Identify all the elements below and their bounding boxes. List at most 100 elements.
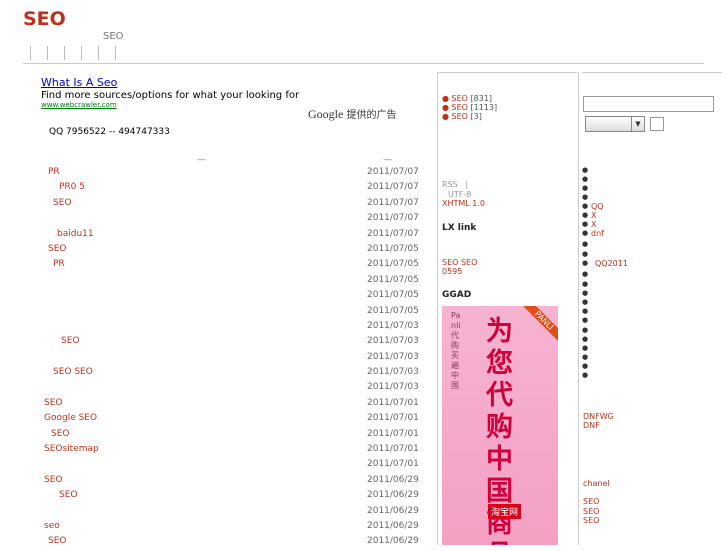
post-title-link[interactable]: Google SEO: [44, 413, 97, 423]
nav-item[interactable]: [115, 46, 132, 60]
post-title-link[interactable]: SEO: [61, 336, 79, 346]
right-link[interactable]: DNFWG: [583, 412, 614, 421]
post-title-link[interactable]: SEO: [59, 490, 77, 500]
post-row: 2011/07/01: [0, 457, 420, 472]
banner-panli-tag: PANLI: [518, 306, 558, 347]
post-date: 2011/07/03: [367, 382, 419, 393]
category-item[interactable]: ● SEO [831]: [442, 94, 492, 103]
lx-link-heading: LX link: [442, 223, 477, 233]
post-row: 2011/07/05: [0, 273, 420, 288]
post-date: 2011/06/29: [367, 490, 419, 501]
post-title-link[interactable]: SEO SEO: [53, 367, 93, 377]
post-title-link[interactable]: PR: [48, 167, 60, 177]
post-date: 2011/07/07: [367, 167, 419, 177]
rss-link[interactable]: RSS |: [442, 180, 468, 189]
right-link[interactable]: X: [591, 211, 596, 220]
nav-menu: [30, 46, 132, 60]
category-item[interactable]: ● SEO [3]: [442, 112, 482, 121]
post-row: SEO 2011/06/29: [0, 488, 420, 503]
bullet-icon: ●: [582, 259, 589, 267]
post-date: 2011/06/29: [367, 505, 419, 516]
post-row: 2011/07/03: [0, 319, 420, 334]
post-title-link[interactable]: SEO: [44, 398, 62, 408]
banner-vertical-text: Panli代购 买遍中国: [451, 311, 461, 390]
post-row: SEO 2011/06/29: [0, 534, 420, 549]
post-row: SEO 2011/07/07: [0, 196, 420, 211]
post-row: SEO 2011/07/03: [0, 334, 420, 349]
header-divider: [23, 63, 704, 64]
post-date: 2011/07/03: [367, 336, 419, 347]
middle-top-border: [437, 72, 577, 73]
post-row: 2011/07/03: [0, 350, 420, 365]
right-link[interactable]: X: [591, 220, 596, 229]
category-item[interactable]: ● SEO [1113]: [442, 103, 497, 112]
post-row: PR0 5 2011/07/07: [0, 180, 420, 195]
ggad-heading: GGAD: [442, 290, 472, 300]
post-row: SEO 2011/06/29: [0, 473, 420, 488]
nav-item[interactable]: [47, 46, 64, 60]
right-link[interactable]: DNF: [583, 421, 600, 430]
post-title-link[interactable]: baidu11: [57, 229, 94, 239]
post-date: 2011/07/05: [367, 259, 419, 270]
nav-item[interactable]: [81, 46, 98, 60]
bullet-icon: ●: [582, 229, 589, 237]
nav-item[interactable]: [30, 46, 47, 60]
lx-link-0595[interactable]: 0595: [442, 267, 462, 276]
bullet-icon: ●: [582, 250, 589, 258]
lx-links[interactable]: SEO SEO: [442, 258, 477, 267]
post-title-link[interactable]: PR0 5: [59, 182, 85, 192]
google-logo: Google: [308, 107, 344, 121]
post-row: seo 2011/06/29: [0, 519, 420, 534]
right-top-border: [582, 72, 722, 73]
post-date: 2011/07/07: [367, 213, 419, 224]
post-title-link[interactable]: seo: [44, 521, 60, 531]
bullet-icon: ●: [582, 307, 589, 315]
post-title-link[interactable]: SEO: [48, 244, 66, 254]
post-title-link[interactable]: SEOsitemap: [44, 444, 99, 454]
post-row: 2011/07/05: [0, 304, 420, 319]
post-row: baidu11 2011/07/07: [0, 227, 420, 242]
post-date: 2011/07/01: [367, 428, 419, 439]
post-title-link[interactable]: SEO: [51, 429, 69, 439]
post-date: 2011/06/29: [367, 520, 419, 531]
right-link[interactable]: QQ: [591, 202, 604, 211]
ad-title-link[interactable]: What Is A Seo: [41, 76, 117, 89]
post-row: PR 2011/07/05: [0, 257, 420, 272]
right-link[interactable]: SEO: [583, 507, 599, 516]
qq-contact: QQ 7956522 -- 494747333: [49, 127, 170, 137]
bullet-icon: ●: [582, 353, 589, 361]
post-date: 2011/07/01: [367, 444, 419, 455]
right-link[interactable]: dnf: [591, 229, 604, 238]
bullet-icon: ●: [582, 326, 589, 334]
bullet-icon: ●: [582, 184, 589, 192]
bullet-icon: ●: [582, 166, 589, 174]
site-title[interactable]: SEO: [23, 8, 66, 30]
search-button[interactable]: [650, 117, 664, 131]
right-link[interactable]: QQ2011: [595, 259, 628, 268]
bullet-icon: ●: [582, 335, 589, 343]
search-select[interactable]: ▼: [585, 116, 645, 132]
ad-description: Find more sources/options for what your …: [41, 90, 300, 101]
utf8-label: UTF-8: [448, 190, 472, 199]
panli-banner-ad[interactable]: Panli代购 买遍中国 为您代购中国商品 PANLI 淘宝网: [442, 306, 558, 545]
post-title-link[interactable]: PR: [53, 259, 65, 269]
nav-item[interactable]: [64, 46, 81, 60]
post-row: SEO 2011/07/05: [0, 242, 420, 257]
right-link[interactable]: SEO: [583, 516, 599, 525]
right-link[interactable]: SEO: [583, 497, 599, 506]
post-date: 2011/07/07: [367, 182, 419, 193]
post-date: 2011/07/01: [367, 413, 419, 424]
post-date: 2011/07/01: [367, 397, 419, 408]
post-title-link[interactable]: SEO: [53, 198, 71, 208]
post-date: 2011/07/05: [367, 274, 419, 285]
post-list: PR 2011/07/07 PR0 5 2011/07/07 SEO 2011/07/07…: [0, 165, 420, 550]
search-input[interactable]: [583, 96, 714, 112]
post-date: 2011/07/05: [367, 305, 419, 316]
post-title-link[interactable]: SEO: [44, 475, 62, 485]
right-link[interactable]: chanel: [583, 479, 610, 488]
xhtml-link[interactable]: XHTML 1.0: [442, 199, 485, 208]
nav-item[interactable]: [98, 46, 115, 60]
bullet-icon: ●: [582, 175, 589, 183]
bullet-icon: ●: [582, 240, 589, 248]
ad-url-link[interactable]: www.webcrawler.com: [41, 101, 299, 109]
